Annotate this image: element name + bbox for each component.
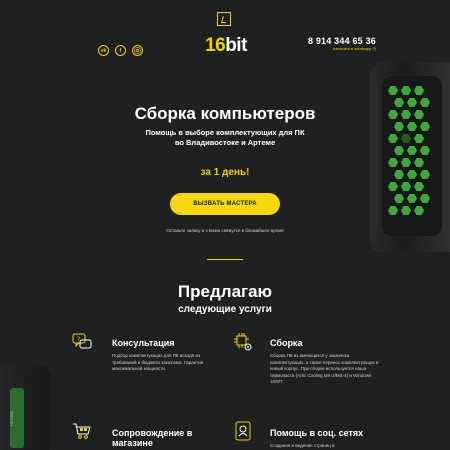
svg-text:?: ? <box>77 336 80 343</box>
page: 16bit vk f 8 914 344 65 36 написать в wh… <box>0 0 450 450</box>
hero-subtitle: Помощь в выборе комплектующих для ПК во … <box>0 128 450 148</box>
service-title-shopping: Сопровождение в магазине <box>112 428 193 448</box>
whatsapp-label: написать в whatsapp <box>333 46 372 51</box>
offers-title: Предлагаю <box>177 282 273 301</box>
whatsapp-link[interactable]: написать в whatsapp ◷ <box>333 46 376 51</box>
pc-fan-hex <box>388 182 398 191</box>
social-links: vk f <box>98 45 143 56</box>
hero-title: Сборка компьютеров <box>134 104 316 123</box>
pc-fan-hex <box>407 194 417 203</box>
pc-fan-hex <box>401 206 411 215</box>
pc-fan-hex <box>401 182 411 191</box>
hero-subtitle-line-1: Помощь в выборе комплектующих для ПК <box>145 128 305 137</box>
instagram-icon[interactable] <box>132 45 143 56</box>
pc-fan-hex <box>388 158 398 167</box>
service-title-assembly: Сборка <box>270 338 303 348</box>
whatsapp-icon: ◷ <box>372 46 377 51</box>
service-title-social: Помощь в соц. сетях <box>270 428 364 438</box>
service-desc-social: Создание и ведение страниц в <box>270 443 335 448</box>
hero-subtitle-line-2: во Владивостоке и Артеме <box>174 138 276 147</box>
service-desc-consultation: Подбор комплектующих для ПК исходя из тр… <box>112 353 204 371</box>
phone-number[interactable]: 8 914 344 65 36 <box>308 36 376 46</box>
pc-fan-hex <box>414 182 424 191</box>
vk-icon[interactable]: vk <box>98 45 109 56</box>
pc-fan-hex <box>414 206 424 215</box>
pc-label: HX1000i <box>9 410 15 427</box>
social-network-icon <box>233 421 253 441</box>
call-master-button[interactable]: ВЫЗВАТЬ МАСТЕРА <box>170 193 280 215</box>
divider <box>207 259 243 260</box>
pc-fan-hex <box>394 194 404 203</box>
logo-text: bit <box>225 35 247 56</box>
pc-fan-hex <box>401 158 411 167</box>
offers-subtitle: следующие услуги <box>178 304 272 315</box>
shopping-cart-icon <box>72 421 92 441</box>
cursor-icon <box>217 12 231 26</box>
logo-number: 16 <box>205 35 226 56</box>
cta-note: Оставьте заявку и с Вами свяжутся в ближ… <box>166 228 284 233</box>
facebook-icon[interactable]: f <box>115 45 126 56</box>
chat-question-icon: ? <box>72 332 92 352</box>
pc-fan-hex <box>420 194 430 203</box>
pc-case-image-2: HX1000i <box>0 366 50 450</box>
pc-fan-hex <box>388 86 398 95</box>
chip-gear-icon <box>233 332 253 352</box>
pc-fan-hex <box>401 86 411 95</box>
hero-days: за 1 день! <box>200 167 250 178</box>
pc-fan-hex <box>388 206 398 215</box>
service-title-consultation: Консультация <box>112 338 175 348</box>
pc-fan-hex <box>414 158 424 167</box>
service-desc-assembly: Сборка ПК из имеющихся у заказчика компл… <box>270 353 379 384</box>
pc-fan-hex <box>414 86 424 95</box>
logo[interactable]: 16bit <box>200 35 252 57</box>
